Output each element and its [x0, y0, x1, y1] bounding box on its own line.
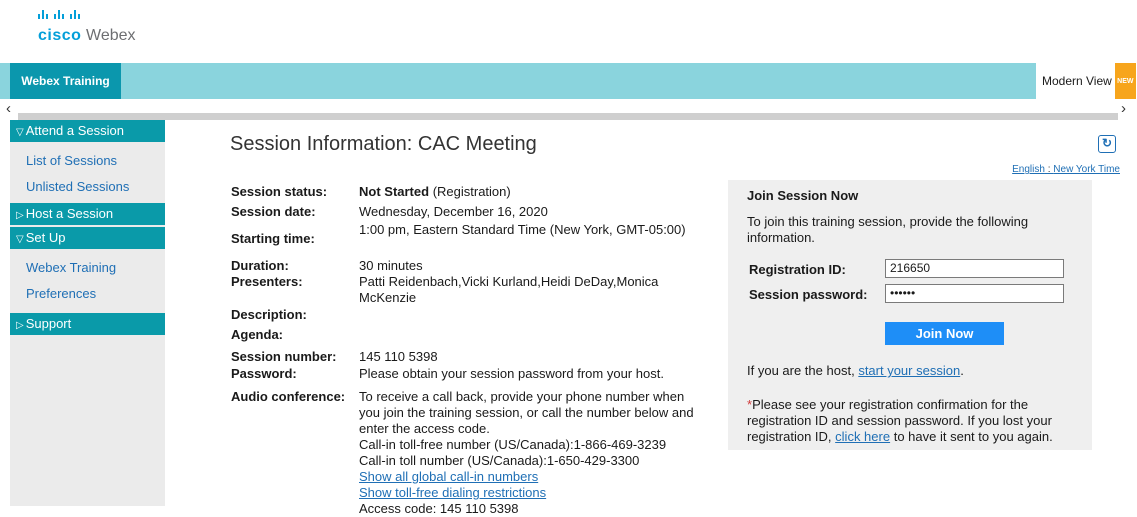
session-number-label: Session number: — [231, 349, 337, 364]
cisco-webex-logo: cisco Webex — [38, 10, 168, 46]
sidebar: ▽ Attend a Session List of Sessions Unlis… — [10, 120, 165, 506]
page-title: Session Information: CAC Meeting — [230, 133, 537, 155]
modern-view-link[interactable]: Modern View NEW — [1036, 63, 1137, 99]
tab-webex-training[interactable]: Webex Training — [10, 63, 121, 99]
session-password-label: Session password: — [749, 287, 868, 302]
audio-conference-label: Audio conference: — [231, 389, 346, 404]
presenters-value: Patti Reidenbach,Vicki Kurland,Heidi DeD… — [359, 274, 659, 305]
triangle-down-icon: ▽ — [16, 127, 24, 138]
triangle-right-icon: ▷ — [16, 320, 24, 331]
sidebar-item-list-of-sessions[interactable]: List of Sessions — [10, 148, 165, 174]
host-start-text: If you are the host, start your session. — [747, 363, 964, 379]
language-link[interactable]: English — [1012, 164, 1045, 175]
status-text: Not Started — [359, 184, 430, 199]
access-code: Access code: 145 110 5398 — [359, 501, 519, 516]
click-here-link[interactable]: click here — [835, 429, 890, 444]
triangle-right-icon: ▷ — [16, 210, 24, 221]
sidebar-section-support[interactable]: ▷ Support — [10, 313, 165, 335]
session-number-value: 145 110 5398 — [359, 349, 438, 364]
password-value: Please obtain your session password from… — [359, 366, 664, 381]
period: . — [960, 363, 964, 378]
sidebar-section-label: Attend a Session — [25, 123, 124, 138]
global-callin-link[interactable]: Show all global call-in numbers — [359, 469, 538, 484]
start-session-link[interactable]: start your session — [858, 363, 960, 378]
scroll-right-icon[interactable]: › — [1121, 100, 1126, 118]
webex-wordmark: Webex — [86, 27, 136, 44]
session-date-label: Session date: — [231, 204, 316, 219]
join-description: To join this training session, provide t… — [747, 214, 1029, 245]
audio-conference-value: To receive a call back, provide your pho… — [359, 389, 699, 517]
scroll-left-icon[interactable]: ‹ — [6, 100, 11, 118]
registration-note: *Please see your registration confirmati… — [747, 397, 1087, 445]
sidebar-section-host[interactable]: ▷ Host a Session — [10, 203, 165, 225]
language-timezone: English : New York Time — [900, 164, 1120, 175]
password-label: Password: — [231, 366, 297, 381]
join-now-button[interactable]: Join Now — [885, 322, 1004, 345]
session-password-input[interactable]: •••••• — [885, 284, 1064, 303]
new-badge: NEW — [1115, 63, 1136, 99]
starting-time-label: Starting time: — [231, 231, 315, 246]
sidebar-section-setup[interactable]: ▽ Set Up — [10, 227, 165, 249]
presenters-label: Presenters: — [231, 274, 303, 289]
session-status-value: Not Started (Registration) — [359, 184, 699, 200]
join-title: Join Session Now — [747, 188, 859, 203]
session-status-label: Session status: — [231, 184, 328, 199]
sidebar-section-label: Support — [25, 316, 72, 331]
sidebar-item-unlisted-sessions[interactable]: Unlisted Sessions — [10, 174, 165, 200]
note-text-end: to have it sent to you again. — [893, 429, 1053, 444]
triangle-down-icon: ▽ — [16, 234, 24, 245]
host-text: If you are the host, — [747, 363, 855, 378]
registration-id-label: Registration ID: — [749, 262, 846, 277]
sidebar-section-attend[interactable]: ▽ Attend a Session — [10, 120, 165, 142]
sidebar-item-webex-training[interactable]: Webex Training — [10, 255, 165, 281]
tollfree-restrictions-link[interactable]: Show toll-free dialing restrictions — [359, 485, 546, 500]
duration-label: Duration: — [231, 258, 289, 273]
refresh-icon[interactable]: ↻ — [1098, 135, 1116, 153]
description-label: Description: — [231, 307, 307, 322]
timezone-link[interactable]: New York Time — [1053, 164, 1120, 175]
status-extra: (Registration) — [432, 184, 511, 199]
session-date-value: Wednesday, December 16, 2020 — [359, 204, 548, 219]
agenda-label: Agenda: — [231, 327, 283, 342]
sidebar-section-label: Set Up — [25, 230, 66, 245]
toll-number: Call-in toll number (US/Canada):1-650-42… — [359, 453, 640, 468]
join-session-panel: Join Session Now To join this training s… — [728, 180, 1092, 450]
registration-id-input[interactable]: 216650 — [885, 259, 1064, 278]
sidebar-item-preferences[interactable]: Preferences — [10, 281, 165, 307]
audio-instructions: To receive a call back, provide your pho… — [359, 389, 694, 436]
sidebar-section-label: Host a Session — [25, 206, 114, 221]
duration-value: 30 minutes — [359, 258, 423, 273]
modern-view-label: Modern View — [1042, 74, 1112, 89]
cisco-wordmark: cisco — [38, 27, 82, 44]
scrollbar-thumb[interactable] — [18, 113, 1118, 120]
top-navigation-bar: Webex Training Modern View NEW — [0, 63, 1137, 99]
starting-time-value: 1:00 pm, Eastern Standard Time (New York… — [359, 222, 686, 237]
cisco-bars-icon — [38, 10, 80, 19]
tollfree-number: Call-in toll-free number (US/Canada):1-8… — [359, 437, 667, 452]
horizontal-scrollbar[interactable]: ‹ › — [0, 100, 1137, 120]
